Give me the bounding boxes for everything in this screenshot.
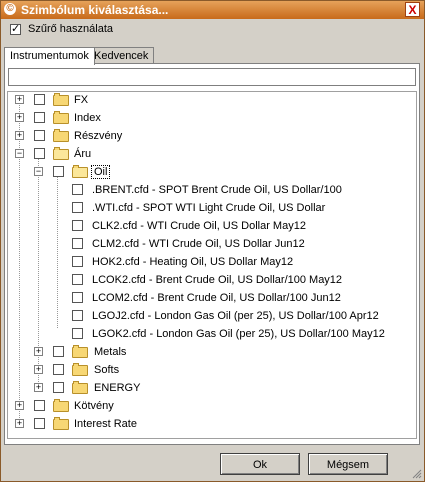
folder-open-icon — [53, 147, 69, 160]
symbol-picker-dialog: © Szimbólum kiválasztása... X Szűrő hasz… — [0, 0, 425, 482]
expand-icon[interactable]: + — [34, 383, 43, 392]
expand-icon[interactable]: + — [15, 419, 24, 428]
tree-node-oil[interactable]: − Oil — [8, 164, 388, 182]
folder-open-icon — [72, 165, 88, 178]
folder-icon — [53, 111, 69, 124]
tree-leaf-instrument[interactable]: LCOK2.cfd - Brent Crude Oil, US Dollar/1… — [8, 272, 388, 290]
instrument-label: CLK2.cfd - WTI Crude Oil, US Dollar May1… — [92, 220, 306, 232]
tree-node-label: Áru — [74, 148, 92, 160]
tree-checkbox[interactable] — [72, 292, 83, 303]
tree-leaf-instrument[interactable]: LCOM2.cfd - Brent Crude Oil, US Dollar/1… — [8, 290, 388, 308]
instrument-label: HOK2.cfd - Heating Oil, US Dollar May12 — [92, 256, 294, 268]
close-button[interactable]: X — [405, 2, 420, 17]
tree-leaf-instrument[interactable]: LGOK2.cfd - London Gas Oil (per 25), US … — [8, 326, 388, 344]
tree-checkbox[interactable] — [72, 256, 83, 267]
search-input[interactable] — [8, 68, 416, 86]
instrument-label: CLM2.cfd - WTI Crude Oil, US Dollar Jun1… — [92, 238, 305, 250]
expand-icon[interactable]: + — [34, 365, 43, 374]
tree-node-label: Kötvény — [74, 400, 114, 412]
tree-checkbox[interactable] — [72, 310, 83, 321]
tree-checkbox[interactable] — [72, 328, 83, 339]
tree-checkbox[interactable] — [53, 346, 64, 357]
tree-checkbox[interactable] — [72, 202, 83, 213]
collapse-icon[interactable]: − — [34, 167, 43, 176]
app-icon: © — [4, 3, 16, 15]
instrument-label: .WTI.cfd - SPOT WTI Light Crude Oil, US … — [92, 202, 326, 214]
expand-icon[interactable]: + — [34, 347, 43, 356]
collapse-icon[interactable]: − — [15, 149, 24, 158]
tab-instruments[interactable]: Instrumentumok — [4, 47, 95, 65]
expand-icon[interactable]: + — [15, 131, 24, 140]
cancel-button[interactable]: Mégsem — [308, 453, 388, 475]
tree-leaf-instrument[interactable]: .WTI.cfd - SPOT WTI Light Crude Oil, US … — [8, 200, 388, 218]
folder-icon — [53, 93, 69, 106]
use-filter-label: Szűrő használata — [28, 23, 113, 35]
tree-checkbox[interactable] — [53, 364, 64, 375]
folder-icon — [53, 129, 69, 142]
folder-icon — [72, 363, 88, 376]
tree-checkbox[interactable] — [34, 94, 45, 105]
tree-node-label: FX — [74, 94, 89, 106]
tree-node-aru[interactable]: − Áru — [8, 146, 388, 164]
instrument-label: LCOM2.cfd - Brent Crude Oil, US Dollar/1… — [92, 292, 341, 304]
instrument-label: .BRENT.cfd - SPOT Brent Crude Oil, US Do… — [92, 184, 342, 196]
tree-node-fx[interactable]: + FX — [8, 92, 388, 110]
folder-icon — [53, 417, 69, 430]
tree-node-interest-rate[interactable]: + Interest Rate — [8, 416, 388, 434]
tree-node-reszveny[interactable]: + Részvény — [8, 128, 388, 146]
tree-node-label: Index — [74, 112, 101, 124]
tree-checkbox[interactable] — [72, 220, 83, 231]
window-title: Szimbólum kiválasztása... — [21, 3, 169, 17]
tree-node-metals[interactable]: + Metals — [8, 344, 388, 362]
resize-grip-icon[interactable] — [412, 469, 422, 479]
tree-node-label: Interest Rate — [74, 418, 137, 430]
tree-node-energy[interactable]: + ENERGY — [8, 380, 388, 398]
tree-leaf-instrument[interactable]: .BRENT.cfd - SPOT Brent Crude Oil, US Do… — [8, 182, 388, 200]
tree-checkbox[interactable] — [72, 184, 83, 195]
tree-node-label: Softs — [94, 364, 120, 376]
tree-checkbox[interactable] — [72, 238, 83, 249]
instruments-panel: + FX + Index + Részvény − Áru − Oil .BRE… — [4, 63, 420, 445]
tree-leaf-instrument[interactable]: HOK2.cfd - Heating Oil, US Dollar May12 — [8, 254, 388, 272]
folder-icon — [72, 345, 88, 358]
expand-icon[interactable]: + — [15, 95, 24, 104]
tree-checkbox[interactable] — [34, 400, 45, 411]
instrument-label: LGOJ2.cfd - London Gas Oil (per 25), US … — [92, 310, 379, 322]
tab-favorites[interactable]: Kedvencek — [88, 47, 155, 64]
tree-checkbox[interactable] — [53, 166, 64, 177]
tree-node-label: ENERGY — [94, 382, 141, 394]
tree-checkbox[interactable] — [34, 130, 45, 141]
tree-node-softs[interactable]: + Softs — [8, 362, 388, 380]
folder-icon — [53, 399, 69, 412]
expand-icon[interactable]: + — [15, 113, 24, 122]
instrument-label: LGOK2.cfd - London Gas Oil (per 25), US … — [92, 328, 385, 340]
tree-node-label: Részvény — [74, 130, 123, 142]
tree-node-index[interactable]: + Index — [8, 110, 388, 128]
tree-node-label: Oil — [91, 165, 111, 179]
tree-node-kotveny[interactable]: + Kötvény — [8, 398, 388, 416]
tree-leaf-instrument[interactable]: LGOJ2.cfd - London Gas Oil (per 25), US … — [8, 308, 388, 326]
tree-checkbox[interactable] — [34, 148, 45, 159]
tree-checkbox[interactable] — [34, 112, 45, 123]
folder-icon — [72, 381, 88, 394]
tree-leaf-instrument[interactable]: CLK2.cfd - WTI Crude Oil, US Dollar May1… — [8, 218, 388, 236]
tree-checkbox[interactable] — [53, 382, 64, 393]
title-bar[interactable]: © Szimbólum kiválasztása... X — [1, 1, 424, 19]
tree-node-label: Metals — [94, 346, 127, 358]
instrument-tree[interactable]: + FX + Index + Részvény − Áru − Oil .BRE… — [7, 91, 417, 439]
tree-checkbox[interactable] — [72, 274, 83, 285]
expand-icon[interactable]: + — [15, 401, 24, 410]
tree-leaf-instrument[interactable]: CLM2.cfd - WTI Crude Oil, US Dollar Jun1… — [8, 236, 388, 254]
tree-checkbox[interactable] — [34, 418, 45, 429]
ok-button[interactable]: Ok — [220, 453, 300, 475]
instrument-label: LCOK2.cfd - Brent Crude Oil, US Dollar/1… — [92, 274, 343, 286]
use-filter-checkbox[interactable] — [10, 22, 21, 35]
